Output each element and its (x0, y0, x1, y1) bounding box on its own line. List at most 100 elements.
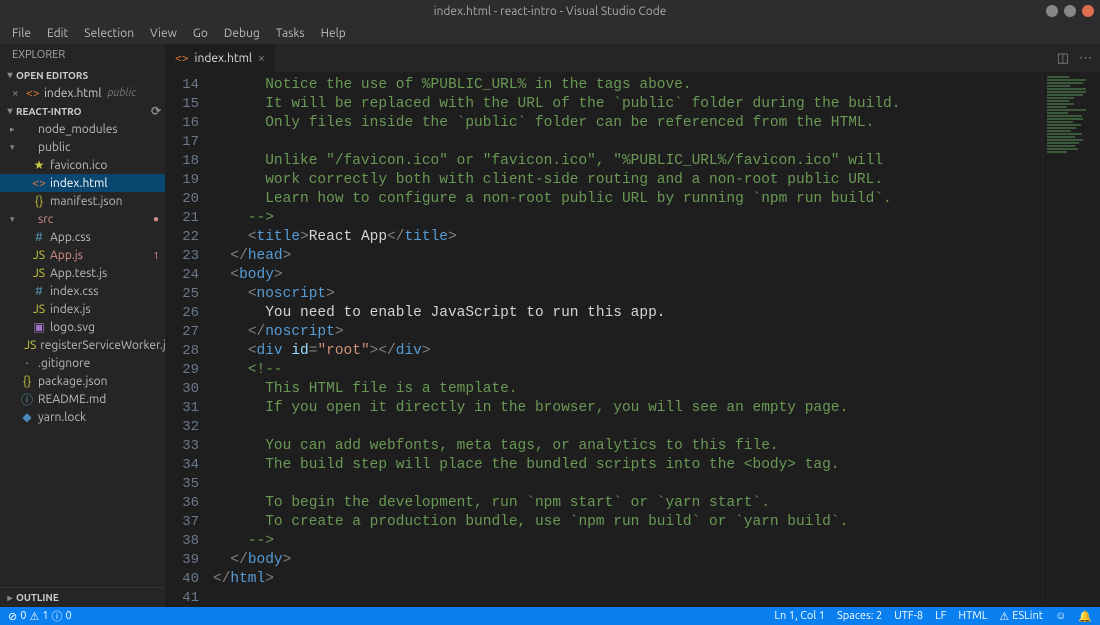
folder-src[interactable]: ▾src● (0, 210, 165, 228)
line-number[interactable]: 24 (165, 266, 199, 285)
folder-public[interactable]: ▾public (0, 138, 165, 156)
line-number[interactable]: 17 (165, 133, 199, 152)
file-registerserviceworker-js[interactable]: JSregisterServiceWorker.js (0, 336, 165, 354)
code-line[interactable]: If you open it directly in the browser, … (213, 399, 1042, 418)
code-line[interactable]: <noscript> (213, 285, 1042, 304)
line-number[interactable]: 20 (165, 190, 199, 209)
code-line[interactable]: <body> (213, 266, 1042, 285)
code-line[interactable]: Notice the use of %PUBLIC_URL% in the ta… (213, 76, 1042, 95)
editor-tab[interactable]: <> index.html × (165, 44, 276, 72)
code-line[interactable]: </html> (213, 570, 1042, 589)
eol-status[interactable]: LF (935, 610, 946, 623)
problems-indicator[interactable]: ⊘0 ⚠1 ⓘ0 (8, 608, 72, 624)
code-line[interactable]: To create a production bundle, use `npm … (213, 513, 1042, 532)
line-number[interactable]: 22 (165, 228, 199, 247)
file-favicon-ico[interactable]: ★favicon.ico (0, 156, 165, 174)
notifications-icon[interactable]: 🔔 (1078, 610, 1092, 623)
minimize-icon[interactable] (1046, 5, 1058, 17)
file-logo-svg[interactable]: ▣logo.svg (0, 318, 165, 336)
menu-item-file[interactable]: File (4, 25, 39, 42)
code-line[interactable]: You need to enable JavaScript to run thi… (213, 304, 1042, 323)
code-line[interactable]: work correctly both with client-side rou… (213, 171, 1042, 190)
file-yarn-lock[interactable]: ◆yarn.lock (0, 408, 165, 426)
code-line[interactable]: </noscript> (213, 323, 1042, 342)
line-number[interactable]: 18 (165, 152, 199, 171)
language-mode[interactable]: HTML (958, 610, 987, 623)
close-icon[interactable]: × (12, 87, 26, 100)
line-number[interactable]: 14 (165, 76, 199, 95)
feedback-icon[interactable]: ☺ (1055, 610, 1066, 623)
line-number[interactable]: 27 (165, 323, 199, 342)
code-line[interactable]: </head> (213, 247, 1042, 266)
code-line[interactable]: You can add webfonts, meta tags, or anal… (213, 437, 1042, 456)
code-line[interactable]: <div id="root"></div> (213, 342, 1042, 361)
code-line[interactable]: Learn how to configure a non-root public… (213, 190, 1042, 209)
line-number[interactable]: 34 (165, 456, 199, 475)
line-number[interactable]: 33 (165, 437, 199, 456)
line-number[interactable]: 23 (165, 247, 199, 266)
maximize-icon[interactable] (1064, 5, 1076, 17)
code-line[interactable]: --> (213, 532, 1042, 551)
file-index-html[interactable]: <>index.html (0, 174, 165, 192)
code-line[interactable]: --> (213, 209, 1042, 228)
file-app-test-js[interactable]: JSApp.test.js (0, 264, 165, 282)
line-number[interactable]: 35 (165, 475, 199, 494)
file-index-css[interactable]: #index.css (0, 282, 165, 300)
split-editor-icon[interactable]: ◫ (1057, 51, 1069, 66)
code-line[interactable] (213, 475, 1042, 494)
indentation-status[interactable]: Spaces: 2 (837, 610, 882, 623)
more-actions-icon[interactable]: ⋯ (1079, 51, 1092, 66)
line-number[interactable]: 31 (165, 399, 199, 418)
file-manifest-json[interactable]: {}manifest.json (0, 192, 165, 210)
code-line[interactable]: It will be replaced with the URL of the … (213, 95, 1042, 114)
open-editors-header[interactable]: ▾ Open Editors (0, 66, 165, 84)
code-editor[interactable]: Notice the use of %PUBLIC_URL% in the ta… (213, 72, 1042, 607)
eslint-status[interactable]: ⚠ ESLint (999, 610, 1043, 623)
file-package-json[interactable]: {}package.json (0, 372, 165, 390)
code-line[interactable]: This HTML file is a template. (213, 380, 1042, 399)
file-readme-md[interactable]: ⓘREADME.md (0, 390, 165, 408)
close-icon[interactable] (1082, 5, 1094, 17)
code-line[interactable]: To begin the development, run `npm start… (213, 494, 1042, 513)
line-number[interactable]: 28 (165, 342, 199, 361)
code-line[interactable]: Unlike "/favicon.ico" or "favicon.ico", … (213, 152, 1042, 171)
file--gitignore[interactable]: ·.gitignore (0, 354, 165, 372)
menu-item-help[interactable]: Help (313, 25, 354, 42)
line-number[interactable]: 36 (165, 494, 199, 513)
code-line[interactable]: Only files inside the `public` folder ca… (213, 114, 1042, 133)
line-number[interactable]: 41 (165, 589, 199, 608)
menu-item-go[interactable]: Go (185, 25, 216, 42)
code-line[interactable] (213, 133, 1042, 152)
folder-node_modules[interactable]: ▸node_modules (0, 120, 165, 138)
line-number[interactable]: 32 (165, 418, 199, 437)
file-app-css[interactable]: #App.css (0, 228, 165, 246)
minimap[interactable] (1042, 72, 1100, 607)
menu-item-tasks[interactable]: Tasks (268, 25, 313, 42)
line-number-gutter[interactable]: 1415161718192021222324252627282930313233… (165, 72, 213, 607)
code-line[interactable]: The build step will place the bundled sc… (213, 456, 1042, 475)
open-editor-item[interactable]: × <> index.html public (0, 84, 165, 102)
line-number[interactable]: 25 (165, 285, 199, 304)
code-line[interactable]: <!-- (213, 361, 1042, 380)
line-number[interactable]: 26 (165, 304, 199, 323)
file-app-js[interactable]: JSApp.js1 (0, 246, 165, 264)
line-number[interactable]: 19 (165, 171, 199, 190)
project-header[interactable]: ▾ React-Intro ⟳ (0, 102, 165, 120)
menu-item-view[interactable]: View (142, 25, 185, 42)
code-line[interactable] (213, 589, 1042, 607)
line-number[interactable]: 39 (165, 551, 199, 570)
file-index-js[interactable]: JSindex.js (0, 300, 165, 318)
menu-item-debug[interactable]: Debug (216, 25, 268, 42)
code-line[interactable]: <title>React App</title> (213, 228, 1042, 247)
line-number[interactable]: 29 (165, 361, 199, 380)
menu-item-selection[interactable]: Selection (76, 25, 142, 42)
close-tab-icon[interactable]: × (258, 52, 265, 65)
line-number[interactable]: 37 (165, 513, 199, 532)
line-number[interactable]: 38 (165, 532, 199, 551)
line-number[interactable]: 16 (165, 114, 199, 133)
code-line[interactable]: </body> (213, 551, 1042, 570)
cursor-position[interactable]: Ln 1, Col 1 (774, 610, 825, 623)
refresh-icon[interactable]: ⟳ (151, 104, 161, 118)
menu-item-edit[interactable]: Edit (39, 25, 76, 42)
outline-header[interactable]: ▸ Outline (0, 587, 165, 607)
